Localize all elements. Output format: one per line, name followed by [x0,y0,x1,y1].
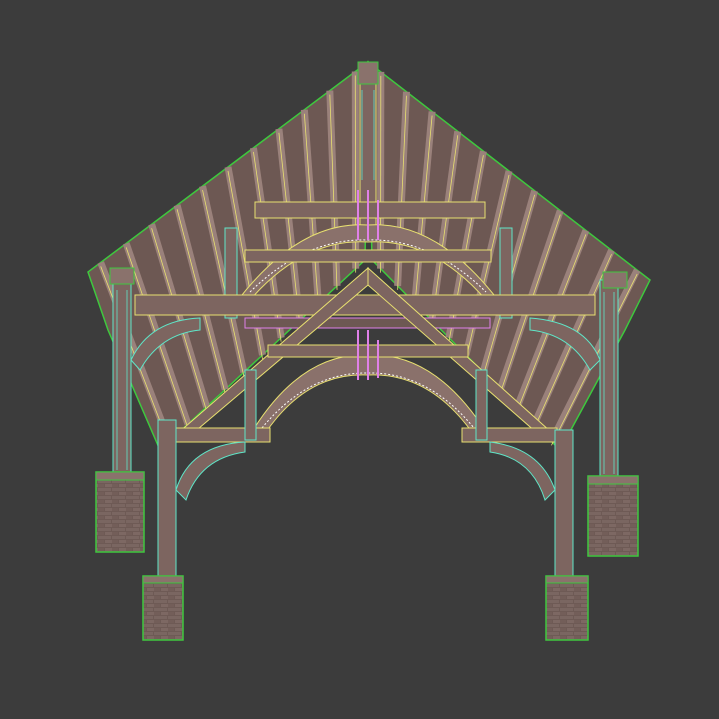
upper-collar [244,249,492,263]
lower-post-left [244,369,257,441]
pier-rear-left [95,471,145,553]
rear-post-cap-left [109,267,135,285]
pier-front-right [545,575,589,641]
front-posts [157,419,574,581]
front-post-left [157,419,177,581]
ridge-cap [357,61,379,85]
pier-front-left [142,575,184,641]
3d-viewport[interactable] [0,0,719,719]
upper-tie-beam [254,201,486,219]
main-tie-beam [134,294,596,316]
rear-post-cap-right [602,271,628,289]
pier-rear-right [587,475,639,557]
gazebo-model [87,60,651,641]
front-brace-right [489,441,556,501]
lower-post-right [475,369,488,441]
rear-post-left [112,274,132,476]
rear-post-right [599,279,619,481]
mid-collar [244,317,491,329]
front-brace-left [175,441,246,501]
front-post-right [554,429,574,581]
